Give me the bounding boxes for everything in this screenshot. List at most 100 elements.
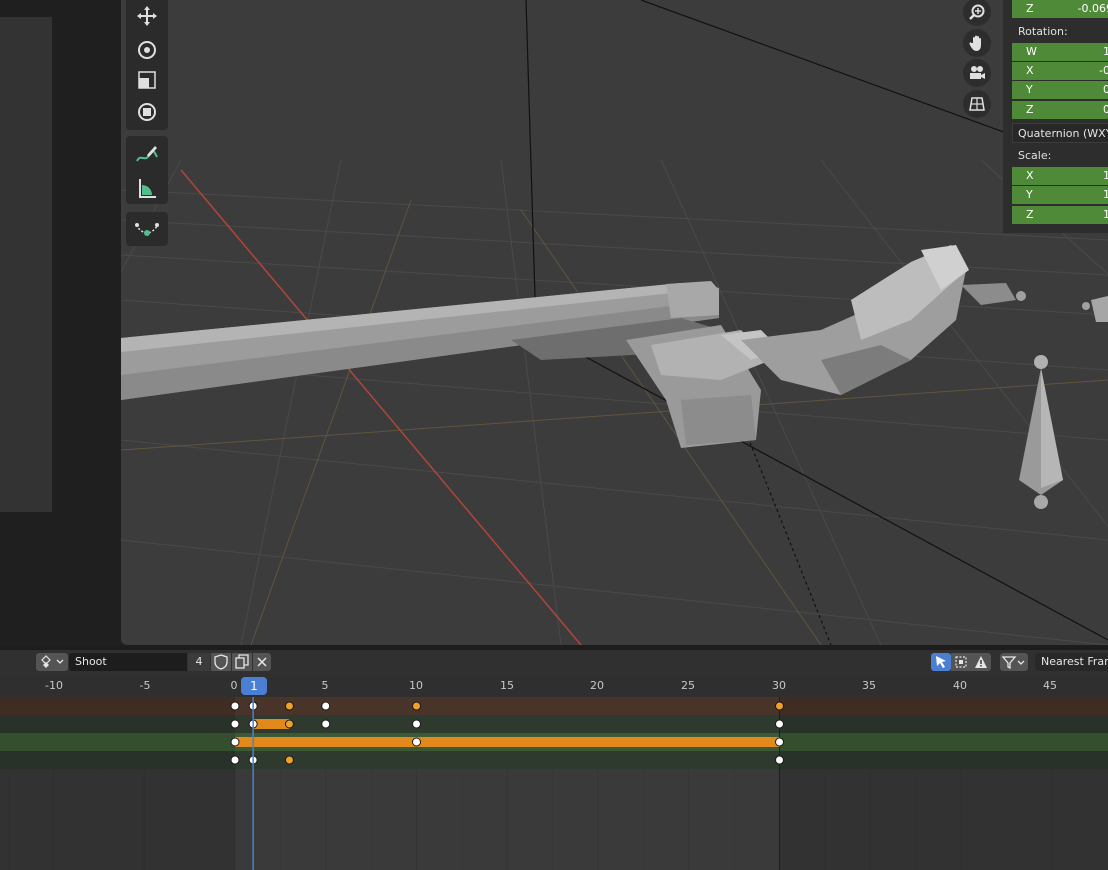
keyframe (321, 719, 331, 729)
keyframe (775, 755, 784, 765)
rotation-w-field[interactable]: W 1 (1012, 43, 1108, 61)
frame-tick-label: -10 (45, 679, 63, 692)
annotate-tool[interactable] (131, 138, 163, 170)
keyframe-hold-bar (253, 719, 290, 729)
frame-tick-label: 0 (230, 679, 238, 692)
axis-label: X (1026, 169, 1034, 182)
annotate-toolbar (126, 136, 168, 204)
action-icon (41, 655, 64, 668)
field-value: 1 (1103, 169, 1108, 182)
keyframe (412, 719, 421, 729)
field-value: -0.0699 (1077, 2, 1108, 15)
frame-tick-label: 40 (953, 679, 967, 692)
only-errors-button[interactable] (971, 653, 991, 671)
current-frame-indicator[interactable]: 1 (241, 677, 267, 695)
field-value: -0 (1099, 64, 1108, 77)
location-z-field[interactable]: Z -0.0699 (1012, 0, 1108, 18)
fake-user-button[interactable] (211, 653, 231, 671)
viewport-scene (121, 0, 1108, 645)
keyframe-hold-bar (235, 737, 780, 747)
keyframe (230, 719, 240, 729)
bone-envelope-tool[interactable] (131, 213, 163, 245)
measure-tool[interactable] (131, 172, 163, 204)
user-count: 4 (188, 653, 210, 671)
keyframe (230, 755, 240, 765)
scale-z-field[interactable]: Z 1 (1012, 206, 1108, 224)
annotate-icon (136, 146, 158, 162)
axis-label: Y (1026, 83, 1033, 96)
out-of-range-shade (779, 697, 1108, 870)
frame-ruler[interactable]: -10 -5 0 5 10 15 20 25 30 35 40 45 (0, 675, 1108, 697)
frame-tick-label: 15 (500, 679, 514, 692)
move-tool[interactable] (131, 0, 163, 32)
field-value: 0 (1103, 103, 1108, 116)
camera-button[interactable] (963, 59, 991, 87)
transform-toolbar (126, 0, 168, 130)
rotate-tool[interactable] (131, 34, 163, 66)
transform-icon (138, 103, 156, 121)
rotation-z-field[interactable]: Z 0 (1012, 101, 1108, 119)
rotation-mode-dropdown[interactable]: Quaternion (WXYZ) (1012, 123, 1108, 143)
warning-icon (975, 656, 987, 668)
transform-tool[interactable] (131, 96, 163, 128)
measure-icon (139, 179, 156, 198)
scale-label: Scale: (1018, 149, 1052, 162)
camera-icon (970, 66, 985, 79)
keyframe (321, 701, 331, 711)
keyframe (775, 737, 784, 747)
axis-label: Z (1026, 103, 1034, 116)
keyframe (230, 737, 240, 747)
axis-label: Z (1026, 208, 1034, 221)
frame-tick-label: 25 (681, 679, 695, 692)
close-icon (257, 657, 267, 667)
unlink-action-button[interactable] (253, 653, 271, 671)
keyframe-area[interactable] (0, 697, 1108, 870)
curve-icon (135, 223, 159, 236)
filter-icon (1001, 656, 1025, 670)
cursor-icon (936, 656, 946, 668)
duplicate-icon (235, 654, 249, 669)
frame-tick-label: -5 (139, 679, 151, 692)
filter-dropdown[interactable] (1000, 653, 1028, 671)
only-selected-button[interactable] (931, 653, 951, 671)
rotation-label: Rotation: (1018, 25, 1068, 38)
keyframe (284, 701, 294, 711)
field-value: 1 (1103, 45, 1108, 58)
scale-y-field[interactable]: Y 1 (1012, 186, 1108, 204)
axis-label: W (1026, 45, 1037, 58)
keyframe (284, 755, 294, 765)
transform-panel: Z -0.0699 Rotation: W 1 X -0 Y 0 Z 0 Qua… (1003, 0, 1108, 233)
action-browse-button[interactable] (36, 653, 68, 671)
side-panel (0, 17, 52, 512)
keyframe (412, 701, 421, 711)
show-hidden-button[interactable] (951, 653, 971, 671)
keyframe (775, 719, 784, 729)
keyframe (284, 719, 294, 729)
field-value: 1 (1103, 208, 1108, 221)
frame-tick-label: 35 (862, 679, 876, 692)
keyframe (412, 737, 421, 747)
rotation-y-field[interactable]: Y 0 (1012, 81, 1108, 99)
dopesheet-channels[interactable] (0, 697, 1108, 870)
3d-viewport[interactable] (121, 0, 1108, 645)
snap-mode-dropdown[interactable]: Nearest Frame (1035, 653, 1108, 671)
move-icon (137, 6, 157, 26)
grid-icon (969, 97, 985, 111)
axis-label: X (1026, 64, 1034, 77)
scale-tool[interactable] (131, 64, 163, 96)
rotation-x-field[interactable]: X -0 (1012, 62, 1108, 80)
hand-icon (969, 35, 981, 51)
frame-tick-label: 30 (772, 679, 786, 692)
frame-tick-label: 45 (1043, 679, 1057, 692)
field-value: 0 (1103, 83, 1108, 96)
scale-icon (138, 71, 156, 89)
frame-tick-label: 10 (409, 679, 423, 692)
keyframe (230, 701, 240, 711)
axis-label: Y (1026, 188, 1033, 201)
ortho-button[interactable] (963, 90, 991, 118)
bone-toolbar (126, 212, 168, 246)
action-name-field[interactable]: Shoot (69, 653, 187, 671)
pan-button[interactable] (963, 29, 991, 57)
new-action-button[interactable] (232, 653, 252, 671)
scale-x-field[interactable]: X 1 (1012, 167, 1108, 185)
